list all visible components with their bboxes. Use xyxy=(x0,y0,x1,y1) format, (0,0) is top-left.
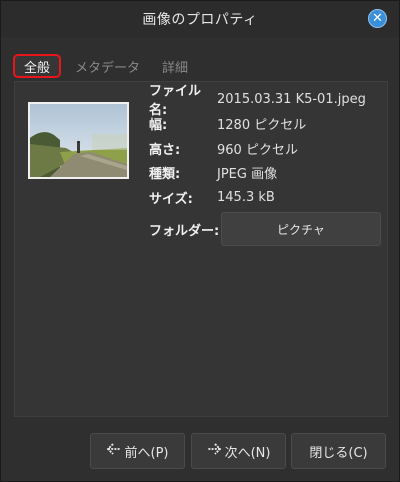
previous-label: 前へ(P) xyxy=(124,445,169,461)
property-row-size: サイズ: 145.3 kB xyxy=(149,185,366,210)
close-label: 閉じる(C) xyxy=(309,445,368,461)
next-button[interactable]: 次へ(N) xyxy=(191,433,286,469)
previous-button[interactable]: 前へ(P) xyxy=(90,433,185,469)
image-thumbnail xyxy=(28,102,129,179)
property-list: ファイル名: 2015.03.31 K5-01.jpeg 幅: 1280 ピクセ… xyxy=(149,84,366,210)
folder-button[interactable]: ピクチャ xyxy=(221,212,381,246)
properties-dialog: 画像のプロパティ ✕ 全般 メタデータ 詳細 ファイル名: 2015.03.31… xyxy=(0,0,400,482)
arrow-right-icon xyxy=(207,443,221,459)
type-label: 種類: xyxy=(149,167,181,183)
property-row-type: 種類: JPEG 画像 xyxy=(149,161,366,186)
size-label: サイズ: xyxy=(149,191,193,207)
tab-general[interactable]: 全般 xyxy=(13,54,62,78)
tab-metadata[interactable]: メタデータ xyxy=(67,54,148,78)
property-row-filename: ファイル名: 2015.03.31 K5-01.jpeg xyxy=(149,84,366,118)
property-row-height: 高さ: 960 ピクセル xyxy=(149,136,366,161)
general-panel: ファイル名: 2015.03.31 K5-01.jpeg 幅: 1280 ピクセ… xyxy=(14,81,388,417)
next-label: 次へ(N) xyxy=(224,445,271,461)
close-icon: ✕ xyxy=(372,11,383,26)
type-value: JPEG 画像 xyxy=(217,167,278,183)
folder-label: フォルダー: xyxy=(149,223,220,239)
dialog-title: 画像のプロパティ xyxy=(142,12,258,28)
property-row-width: 幅: 1280 ピクセル xyxy=(149,112,366,137)
property-row-folder: フォルダー: ピクチャ xyxy=(149,212,381,246)
height-value: 960 ピクセル xyxy=(217,142,298,158)
thumbnail-image xyxy=(30,104,127,177)
height-label: 高さ: xyxy=(149,142,181,158)
filename-label: ファイル名: xyxy=(149,84,202,119)
close-window-button[interactable]: ✕ xyxy=(368,9,387,28)
width-value: 1280 ピクセル xyxy=(217,118,307,134)
arrow-left-icon xyxy=(106,443,121,459)
title-bar: 画像のプロパティ ✕ xyxy=(1,1,399,37)
tab-details[interactable]: 詳細 xyxy=(154,54,196,78)
tab-bar: 全般 メタデータ 詳細 xyxy=(13,53,202,79)
size-value: 145.3 kB xyxy=(217,189,275,205)
close-button[interactable]: 閉じる(C) xyxy=(291,433,386,469)
width-label: 幅: xyxy=(149,118,168,134)
filename-value: 2015.03.31 K5-01.jpeg xyxy=(217,91,366,107)
